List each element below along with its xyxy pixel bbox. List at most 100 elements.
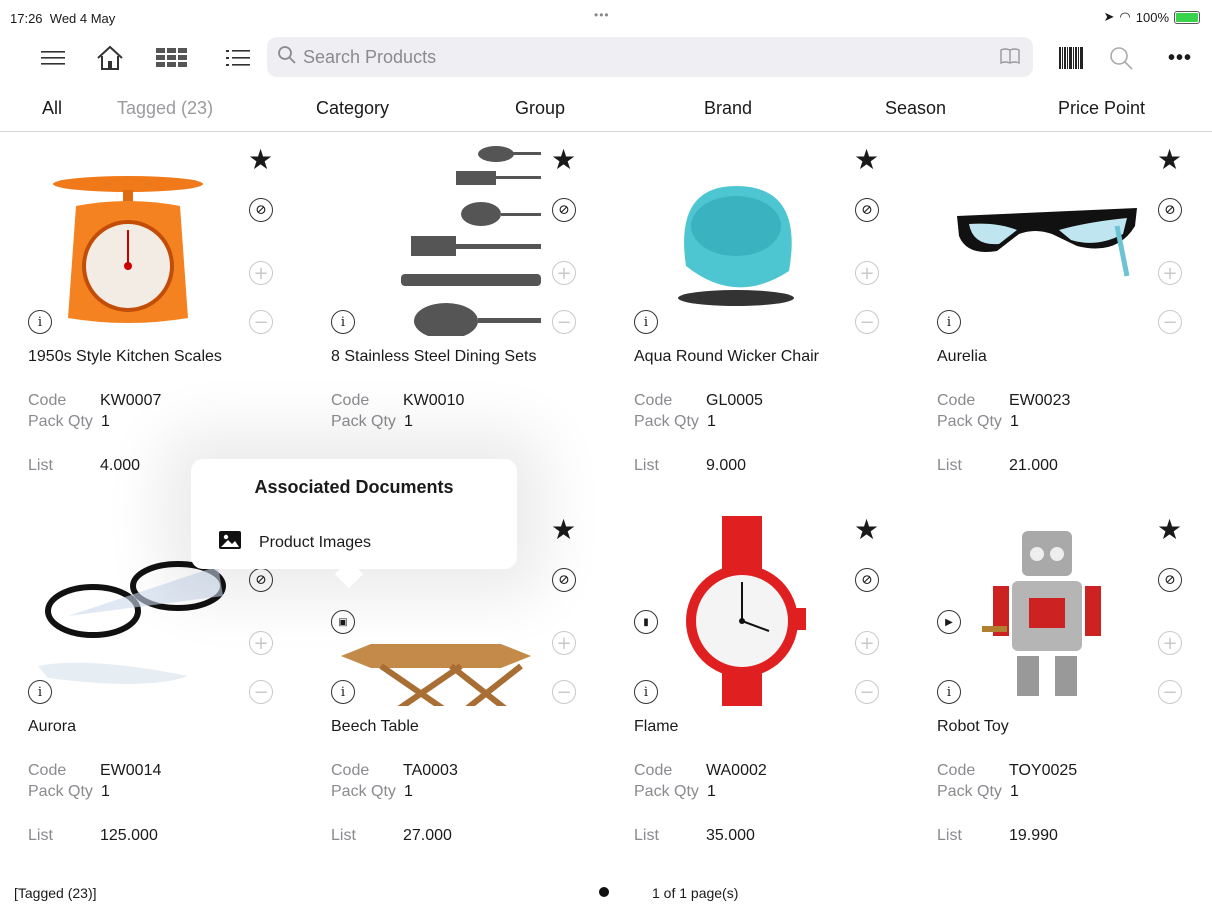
link-icon[interactable]: ⊘ <box>1158 198 1182 222</box>
grid-view-icon[interactable] <box>155 36 189 80</box>
code-value: EW0014 <box>100 762 162 779</box>
star-icon[interactable]: ★ <box>248 146 273 174</box>
search-icon[interactable] <box>1108 36 1134 80</box>
footer-tagged: [Tagged (23)] <box>14 885 97 901</box>
remove-icon[interactable]: − <box>855 310 879 334</box>
product-image[interactable] <box>634 146 844 336</box>
product-card[interactable]: ★ ⊘ + − i Aurelia Code EW0023 Pack Qty 1 List 21.00… <box>909 140 1212 510</box>
star-icon[interactable]: ★ <box>551 146 576 174</box>
pack-qty-value: 1 <box>404 783 413 800</box>
search-input[interactable] <box>303 46 983 68</box>
info-icon[interactable]: i <box>937 680 961 704</box>
list-view-icon[interactable] <box>225 36 251 80</box>
link-icon[interactable]: ⊘ <box>249 198 273 222</box>
pack-qty-value: 1 <box>707 413 716 430</box>
code-label: Code <box>331 392 370 409</box>
pack-qty-value: 1 <box>1010 783 1019 800</box>
remove-icon[interactable]: − <box>1158 310 1182 334</box>
product-image[interactable] <box>634 516 844 726</box>
location-icon: ➤ <box>1103 9 1115 24</box>
add-icon[interactable]: + <box>552 631 576 655</box>
product-card[interactable]: ★ ⊘ + − i Aqua Round Wicker Chair Code GL0005 Pa… <box>606 140 909 510</box>
info-icon[interactable]: i <box>937 310 961 334</box>
tab-category[interactable]: Category <box>316 98 389 119</box>
add-icon[interactable]: + <box>249 261 273 285</box>
info-icon[interactable]: i <box>634 310 658 334</box>
page-dot[interactable] <box>599 887 609 897</box>
link-icon[interactable]: ⊘ <box>1158 568 1182 592</box>
tab-brand[interactable]: Brand <box>704 98 752 119</box>
search-bar[interactable] <box>267 37 1033 77</box>
menu-icon[interactable] <box>38 36 68 80</box>
book-icon[interactable] <box>999 47 1021 70</box>
list-label: List <box>937 827 962 844</box>
wifi-icon: ◠ <box>1119 9 1131 24</box>
product-name: 8 Stainless Steel Dining Sets <box>331 348 537 365</box>
link-icon[interactable]: ⊘ <box>855 568 879 592</box>
add-icon[interactable]: + <box>1158 261 1182 285</box>
list-price: 35.000 <box>706 827 755 844</box>
image-icon[interactable]: ▣ <box>331 610 355 634</box>
code-value: TA0003 <box>403 762 458 779</box>
remove-icon[interactable]: − <box>249 680 273 704</box>
tab-season[interactable]: Season <box>885 98 946 119</box>
remove-icon[interactable]: − <box>552 680 576 704</box>
tab-group[interactable]: Group <box>515 98 565 119</box>
product-image[interactable] <box>331 146 541 339</box>
remove-icon[interactable]: − <box>249 310 273 334</box>
add-icon[interactable]: + <box>855 631 879 655</box>
link-icon[interactable]: ⊘ <box>552 198 576 222</box>
link-icon[interactable]: ⊘ <box>855 198 879 222</box>
product-image[interactable] <box>28 146 238 336</box>
product-card[interactable]: ★ ⊘ + − i ▮ Flame Code WA0002 Pack Qty 1 List 35.000 <box>606 510 909 880</box>
remove-icon[interactable]: − <box>1158 680 1182 704</box>
pack-qty-label: Pack Qty <box>331 413 396 430</box>
add-icon[interactable]: + <box>855 261 879 285</box>
product-images-item[interactable]: Product Images <box>219 531 371 554</box>
page-count: 1 of 1 page(s) <box>652 885 739 901</box>
info-icon[interactable]: i <box>331 310 355 334</box>
product-images-label: Product Images <box>259 533 372 551</box>
star-icon[interactable]: ★ <box>854 516 879 544</box>
barcode-icon[interactable] <box>1058 36 1084 80</box>
image-icon <box>219 531 241 554</box>
tab-all[interactable]: All <box>42 98 62 119</box>
list-label: List <box>634 827 659 844</box>
document-icon[interactable]: ▮ <box>634 610 658 634</box>
tab-price-point[interactable]: Price Point <box>1058 98 1145 119</box>
product-image[interactable] <box>937 146 1147 336</box>
pack-qty-value: 1 <box>707 783 716 800</box>
remove-icon[interactable]: − <box>855 680 879 704</box>
home-icon[interactable] <box>94 36 126 80</box>
pack-qty-value: 1 <box>404 413 413 430</box>
star-icon[interactable]: ★ <box>1157 516 1182 544</box>
list-price: 9.000 <box>706 457 747 474</box>
more-icon[interactable]: ••• <box>1166 36 1194 80</box>
info-icon[interactable]: i <box>331 680 355 704</box>
code-value: TOY0025 <box>1009 762 1078 779</box>
tab-tagged[interactable]: Tagged (23) <box>117 98 213 119</box>
product-card[interactable]: ★ ⊘ + − i 8 Stainless Steel Dining Sets Code KW… <box>303 140 606 510</box>
info-icon[interactable]: i <box>28 310 52 334</box>
star-icon[interactable]: ★ <box>854 146 879 174</box>
product-card[interactable]: ★ ⊘ + − i ▶ Robot Toy Code TOY0025 Pack Qty 1 List 1… <box>909 510 1212 880</box>
product-card[interactable]: ★ ⊘ + − i 1950s Style Kitchen Scales Code KW000… <box>0 140 303 510</box>
play-icon[interactable]: ▶ <box>937 610 961 634</box>
info-icon[interactable]: i <box>28 680 52 704</box>
add-icon[interactable]: + <box>552 261 576 285</box>
list-label: List <box>331 827 356 844</box>
list-label: List <box>28 827 53 844</box>
link-icon[interactable]: ⊘ <box>552 568 576 592</box>
status-time: 17:26 Wed 4 May <box>10 11 116 26</box>
add-icon[interactable]: + <box>249 631 273 655</box>
pack-qty-label: Pack Qty <box>28 413 93 430</box>
multitasking-dots[interactable]: ••• <box>594 8 610 22</box>
star-icon[interactable]: ★ <box>551 516 576 544</box>
link-icon[interactable]: ⊘ <box>249 568 273 592</box>
remove-icon[interactable]: − <box>552 310 576 334</box>
info-icon[interactable]: i <box>634 680 658 704</box>
product-image[interactable] <box>937 516 1147 706</box>
star-icon[interactable]: ★ <box>1157 146 1182 174</box>
add-icon[interactable]: + <box>1158 631 1182 655</box>
product-name: 1950s Style Kitchen Scales <box>28 348 222 365</box>
